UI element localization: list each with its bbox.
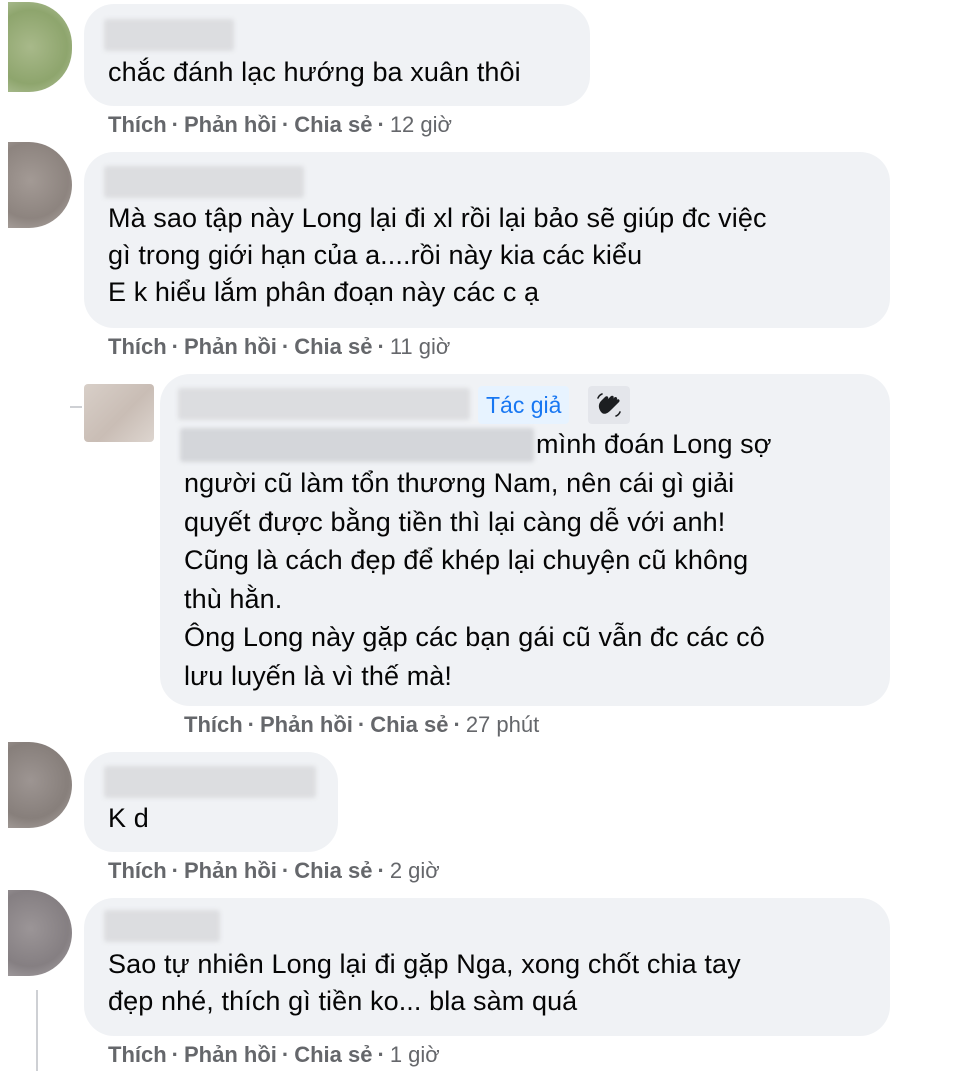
comment-text-first-line: mình đoán Long sợ — [536, 429, 772, 459]
comment-text: K d — [108, 803, 149, 833]
avatar[interactable] — [8, 742, 72, 828]
like-button[interactable]: Thích — [184, 712, 243, 737]
timestamp[interactable]: 1 giờ — [390, 1042, 440, 1067]
waving-hand-icon — [588, 386, 630, 424]
like-button[interactable]: Thích — [108, 112, 167, 137]
comment-bubble: Mà sao tập này Long lại đi xl rồi lại bả… — [84, 152, 890, 328]
reply-button[interactable]: Phản hồi — [260, 712, 353, 737]
avatar[interactable] — [8, 890, 72, 976]
thread-line — [70, 406, 82, 408]
comment-actions: Thích · Phản hồi · Chia sẻ · 1 giờ — [108, 1042, 440, 1067]
commenter-name[interactable] — [104, 766, 316, 798]
reply-button[interactable]: Phản hồi — [184, 1042, 277, 1067]
reply-button[interactable]: Phản hồi — [184, 858, 277, 883]
comment-text: Mà sao tập này Long lại đi xl rồi lại bả… — [108, 203, 767, 307]
timestamp[interactable]: 27 phút — [466, 712, 539, 737]
author-badge: Tác giả — [478, 386, 570, 424]
comment-text: Sao tự nhiên Long lại đi gặp Nga, xong c… — [108, 949, 741, 1016]
like-button[interactable]: Thích — [108, 858, 167, 883]
timestamp[interactable]: 12 giờ — [390, 112, 452, 137]
waving-hand-icon — [597, 393, 621, 417]
avatar[interactable] — [8, 2, 72, 92]
thread-line — [36, 990, 38, 1071]
reply-button[interactable]: Phản hồi — [184, 334, 277, 359]
comment-actions: Thích · Phản hồi · Chia sẻ · 27 phút — [184, 712, 540, 737]
comment-text: chắc đánh lạc hướng ba xuân thôi — [108, 57, 521, 87]
comment-bubble: Sao tự nhiên Long lại đi gặp Nga, xong c… — [84, 898, 890, 1036]
like-button[interactable]: Thích — [108, 334, 167, 359]
commenter-name[interactable] — [104, 19, 234, 51]
comment-bubble: K d — [84, 752, 338, 852]
like-button[interactable]: Thích — [108, 1042, 167, 1067]
comment-actions: Thích · Phản hồi · Chia sẻ · 2 giờ — [108, 858, 440, 883]
comment-actions: Thích · Phản hồi · Chia sẻ · 12 giờ — [108, 112, 452, 137]
avatar[interactable] — [84, 384, 154, 442]
commenter-name[interactable] — [104, 910, 220, 942]
share-button[interactable]: Chia sẻ — [294, 858, 372, 883]
share-button[interactable]: Chia sẻ — [370, 712, 448, 737]
share-button[interactable]: Chia sẻ — [294, 112, 372, 137]
commenter-name[interactable] — [178, 388, 470, 420]
avatar[interactable] — [8, 142, 72, 228]
comment-bubble: Tác giả mình đoán Long sợ người cũ làm t… — [160, 374, 890, 706]
commenter-name[interactable] — [104, 166, 304, 198]
comment-bubble: chắc đánh lạc hướng ba xuân thôi — [84, 4, 590, 106]
reply-button[interactable]: Phản hồi — [184, 112, 277, 137]
comment-actions: Thích · Phản hồi · Chia sẻ · 11 giờ — [108, 334, 451, 359]
timestamp[interactable]: 11 giờ — [390, 334, 451, 359]
mentioned-name[interactable] — [180, 428, 534, 462]
share-button[interactable]: Chia sẻ — [294, 334, 372, 359]
share-button[interactable]: Chia sẻ — [294, 1042, 372, 1067]
comment-text: người cũ làm tổn thương Nam, nên cái gì … — [184, 468, 765, 691]
timestamp[interactable]: 2 giờ — [390, 858, 440, 883]
